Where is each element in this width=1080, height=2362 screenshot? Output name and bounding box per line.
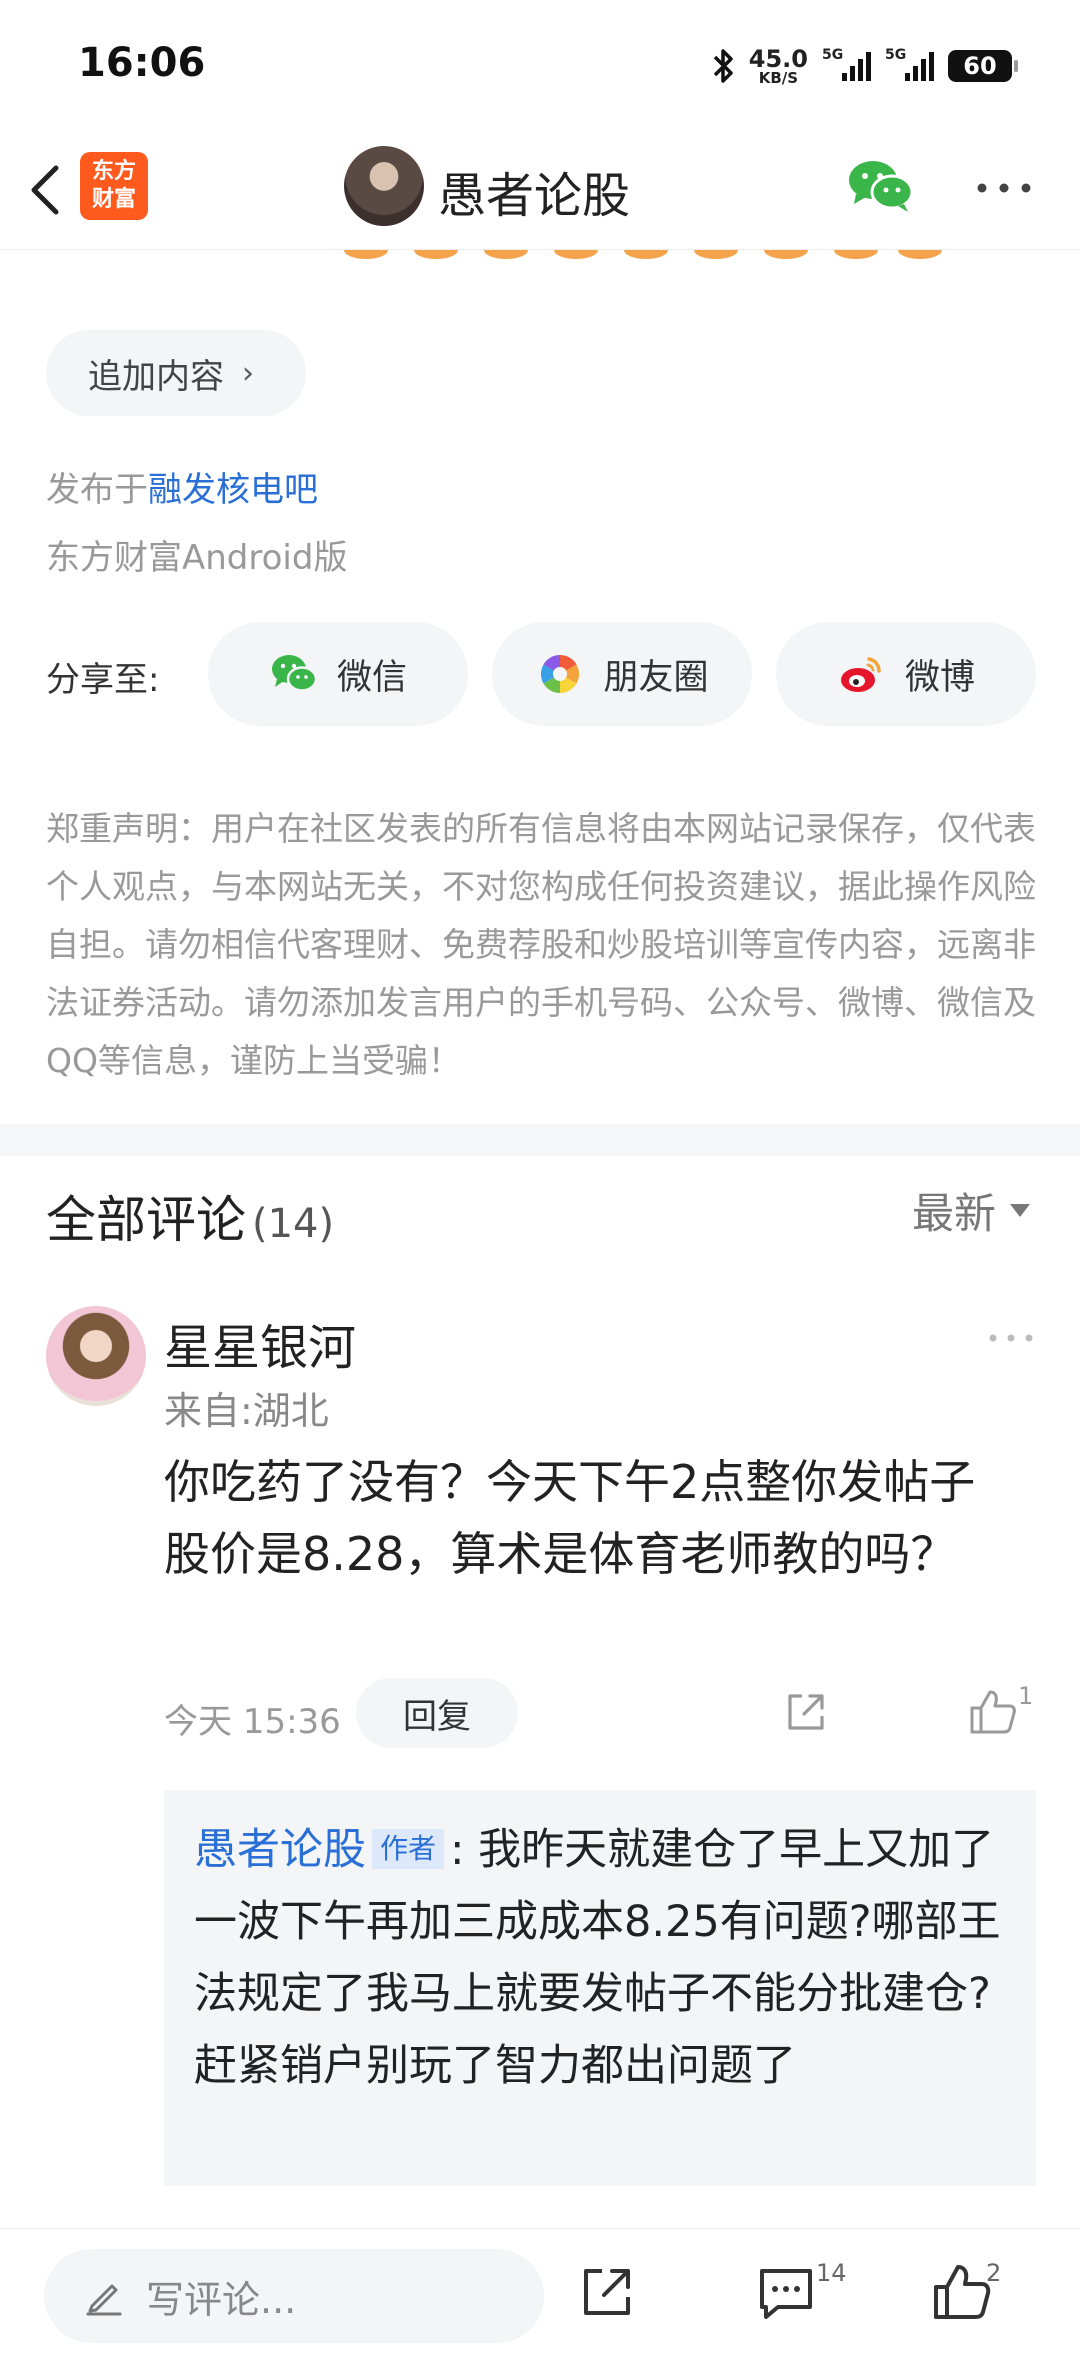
status-time: 16:06 [78,40,206,86]
status-bar: 16:06 45.0 KB/S 5G 5G 60 [0,0,1080,130]
comments-header: 全部评论 (14) [46,1180,334,1252]
client-info: 东方财富Android版 [46,538,348,578]
share-weibo-label: 微博 [904,657,975,698]
comment-location: 来自:湖北 [164,1389,329,1433]
share-weibo-button[interactable]: 微博 [776,622,1036,726]
wechat-icon [271,655,318,692]
author-reply[interactable]: 愚者论股 作者: 我昨天就建仓了早上又加了一波下午再加三成成本8.25有问题?哪部… [164,1790,1036,2186]
signal-icon: 5G [822,47,871,81]
network-speed: 45.0 KB/S [749,47,808,86]
app-logo[interactable]: 东方 财富 [80,152,148,220]
network-speed-value: 45.0 [748,44,808,73]
sim2-label: 5G [885,47,907,63]
share-icon[interactable] [784,1690,828,1734]
comment-like-count: 1 [1018,1682,1034,1710]
more-icon[interactable] [986,1330,1036,1346]
author-badge: 作者 [372,1829,445,1869]
comment-time: 今天 15:36 [164,1702,341,1742]
comment-username[interactable]: 星星银河 [164,1308,356,1378]
published-in: 发布于融发核电吧 [46,462,318,511]
caret-down-icon [1010,1204,1031,1217]
comment-input[interactable]: 写评论... [44,2249,544,2343]
signal-icon: 5G [885,47,934,81]
back-icon[interactable] [22,160,68,220]
section-divider [0,1124,1080,1156]
reply-author[interactable]: 愚者论股 [194,1825,366,1875]
chevron-right-icon: › [242,355,254,391]
battery-level: 60 [963,52,997,80]
sort-label: 最新 [912,1189,997,1238]
avatar[interactable] [46,1306,146,1406]
reply-button[interactable]: 回复 [356,1678,518,1748]
nav-bar: 东方 财富 愚者论股 [0,130,1080,250]
more-icon[interactable] [974,178,1034,198]
like-icon[interactable] [932,2263,992,2321]
page-title[interactable]: 愚者论股 [438,156,630,226]
share-icon[interactable] [578,2263,636,2321]
share-moments-label: 朋友圈 [603,657,709,698]
sim1-label: 5G [822,47,844,63]
comments-title: 全部评论 [46,1191,246,1249]
logo-line1: 东方 [91,159,136,184]
network-speed-unit: KB/S [758,68,799,87]
moments-icon [541,654,580,694]
weibo-icon [840,657,881,692]
disclaimer-text: 郑重声明：用户在社区发表的所有信息将由本网站记录保存，仅代表个人观点，与本网站无… [46,809,1036,1080]
comment-placeholder: 写评论... [146,2277,297,2322]
comments-count: (14) [252,1201,335,1247]
pencil-icon [86,2284,122,2316]
author-avatar[interactable] [344,146,424,226]
comment-icon[interactable] [756,2265,816,2323]
status-icons: 45.0 KB/S 5G 5G 60 [711,44,1018,88]
logo-line2: 财富 [91,187,136,212]
add-content-button[interactable]: 追加内容 › [46,330,306,416]
like-icon[interactable] [968,1688,1018,1736]
share-label: 分享至: [46,660,160,700]
wechat-icon[interactable] [846,156,916,216]
comment-body: 你吃药了没有？今天下午2点整你发帖子股价是8.28，算术是体育老师教的吗？ [164,1455,976,1581]
like-count-badge: 2 [986,2259,1002,2287]
bluetooth-icon [713,49,733,83]
comment-count-badge: 14 [816,2259,847,2287]
board-link[interactable]: 融发核电吧 [148,470,318,510]
share-moments-button[interactable]: 朋友圈 [492,622,752,726]
add-content-label: 追加内容 [88,356,224,397]
emoji-row-partial [344,250,942,259]
battery-icon: 60 [948,50,1018,82]
published-prefix: 发布于 [46,470,148,510]
sort-dropdown[interactable]: 最新 [912,1180,1031,1241]
share-wechat-label: 微信 [336,657,407,698]
bottom-bar: 写评论... 14 2 [0,2228,1080,2362]
share-wechat-button[interactable]: 微信 [208,622,468,726]
